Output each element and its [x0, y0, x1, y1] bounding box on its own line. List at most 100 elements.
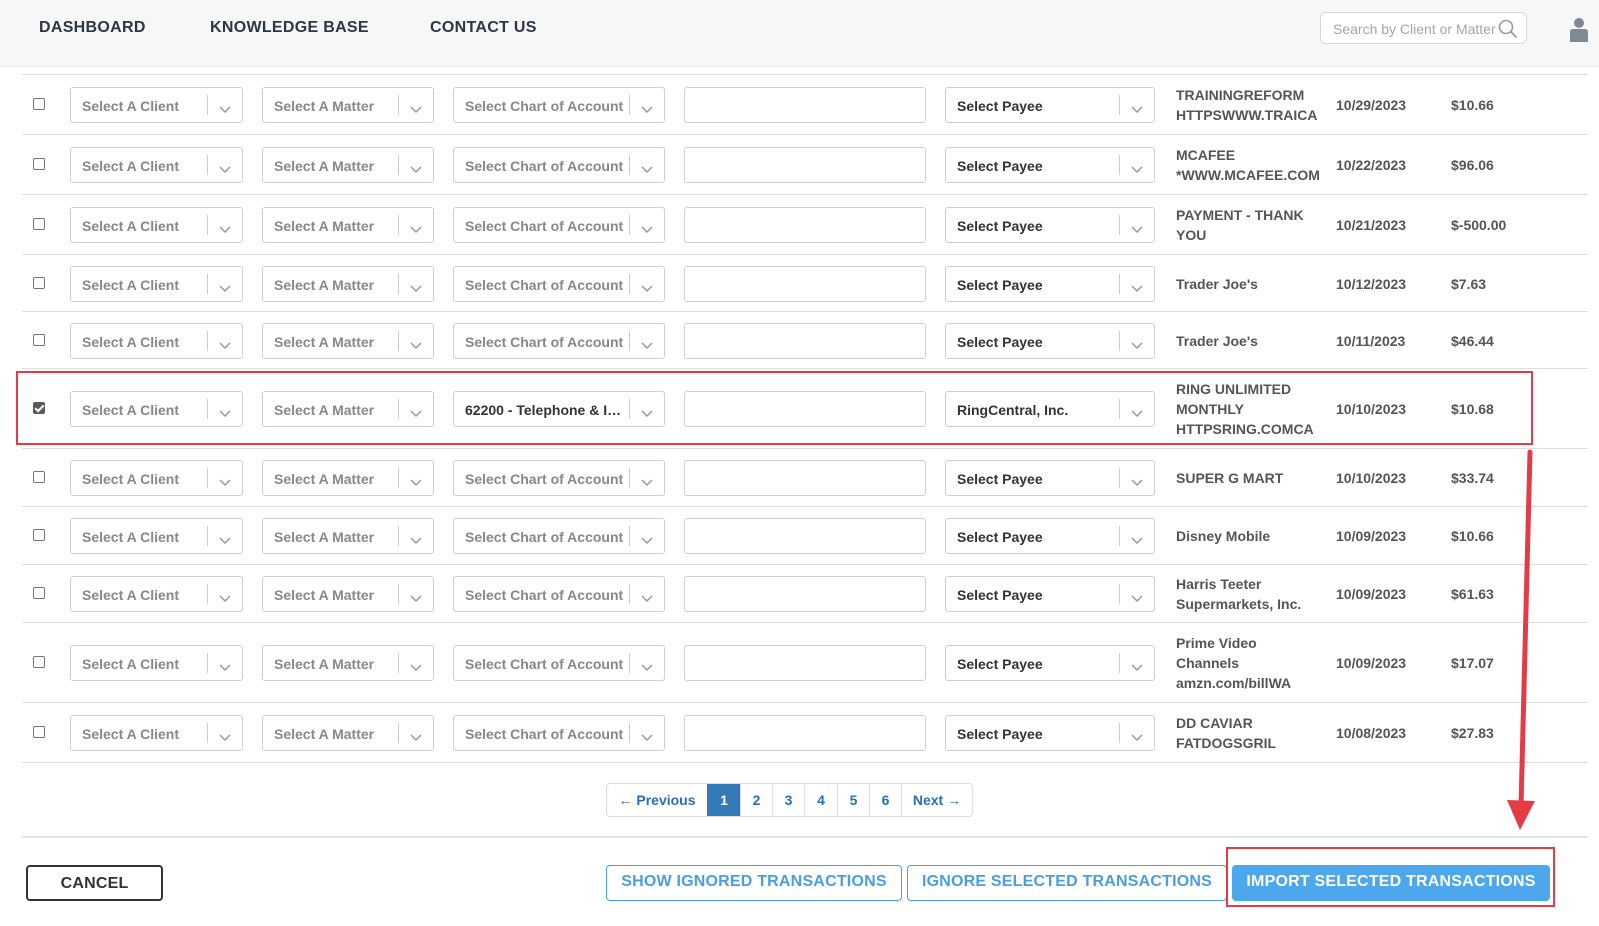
search-icon[interactable] [1498, 19, 1518, 44]
memo-input[interactable] [684, 518, 926, 554]
ignore-selected-transactions-button[interactable]: IGNORE SELECTED TRANSACTIONS [907, 865, 1227, 901]
chart-of-account-select[interactable]: Select Chart of Account [453, 87, 665, 123]
memo-input[interactable] [684, 576, 926, 612]
client-select[interactable]: Select A Client [70, 391, 243, 427]
memo-input[interactable] [684, 715, 926, 751]
row-checkbox[interactable] [33, 529, 45, 541]
memo-input[interactable] [684, 460, 926, 496]
client-select[interactable]: Select A Client [70, 207, 243, 243]
user-icon[interactable] [1569, 17, 1589, 48]
chevron-down-icon [641, 337, 653, 355]
select-separator [398, 330, 399, 351]
matter-select[interactable]: Select A Matter [262, 147, 434, 183]
row-checkbox[interactable] [33, 334, 45, 346]
transaction-description: SUPER G MART [1176, 468, 1326, 488]
client-select[interactable]: Select A Client [70, 715, 243, 751]
nav-contact-us[interactable]: CONTACT US [430, 19, 537, 37]
client-select[interactable]: Select A Client [70, 87, 243, 123]
payee-select[interactable]: Select Payee [945, 576, 1155, 612]
matter-select[interactable]: Select A Matter [262, 518, 434, 554]
pagination-page-5[interactable]: 5 [837, 784, 869, 816]
search-input[interactable] [1331, 19, 1500, 39]
memo-input[interactable] [684, 645, 926, 681]
table-row: Select A Client Select A Matter Select Cha… [22, 254, 1588, 312]
footer-divider [22, 836, 1588, 838]
chart-of-account-select[interactable]: Select Chart of Account [453, 460, 665, 496]
payee-select[interactable]: Select Payee [945, 322, 1155, 359]
payee-select[interactable]: Select Payee [945, 87, 1155, 123]
pagination-page-4[interactable]: 4 [804, 784, 837, 816]
transaction-amount: $33.74 [1451, 470, 1494, 486]
chart-of-account-select[interactable]: Select Chart of Account [453, 207, 665, 243]
payee-select[interactable]: Select Payee [945, 147, 1155, 183]
matter-select[interactable]: Select A Matter [262, 265, 434, 302]
select-separator [398, 95, 399, 115]
payee-select[interactable]: Select Payee [945, 207, 1155, 243]
client-select[interactable]: Select A Client [70, 576, 243, 612]
payee-select[interactable]: Select Payee [945, 460, 1155, 496]
chart-of-account-select[interactable]: Select Chart of Account [453, 265, 665, 302]
memo-input[interactable] [684, 265, 926, 302]
pagination-page-2[interactable]: 2 [740, 784, 772, 816]
row-checkbox[interactable] [33, 587, 45, 599]
pagination-page-3[interactable]: 3 [772, 784, 804, 816]
row-checkbox[interactable] [33, 402, 45, 414]
transaction-amount: $27.83 [1451, 725, 1494, 741]
memo-input[interactable] [684, 322, 926, 359]
chart-of-account-select[interactable]: Select Chart of Account [453, 518, 665, 554]
select-separator [207, 723, 208, 743]
client-select[interactable]: Select A Client [70, 322, 243, 359]
matter-select[interactable]: Select A Matter [262, 391, 434, 427]
chart-of-account-select[interactable]: 62200 - Telephone & In... [453, 391, 665, 427]
memo-input[interactable] [684, 147, 926, 183]
row-checkbox[interactable] [33, 158, 45, 170]
top-navbar: DASHBOARD KNOWLEDGE BASE CONTACT US [0, 0, 1599, 67]
row-checkbox[interactable] [33, 218, 45, 230]
matter-select[interactable]: Select A Matter [262, 576, 434, 612]
matter-select[interactable]: Select A Matter [262, 715, 434, 751]
row-checkbox[interactable] [33, 98, 45, 110]
row-checkbox[interactable] [33, 656, 45, 668]
client-select[interactable]: Select A Client [70, 460, 243, 496]
table-row: Select A Client Select A Matter Select Cha… [22, 506, 1588, 565]
matter-select[interactable]: Select A Matter [262, 322, 434, 359]
show-ignored-transactions-button[interactable]: SHOW IGNORED TRANSACTIONS [606, 865, 902, 901]
payee-select[interactable]: Select Payee [945, 715, 1155, 751]
payee-select[interactable]: Select Payee [945, 265, 1155, 302]
client-select[interactable]: Select A Client [70, 147, 243, 183]
matter-select[interactable]: Select A Matter [262, 645, 434, 681]
description-line: Supermarkets, Inc. [1176, 596, 1302, 612]
chart-of-account-select[interactable]: Select Chart of Account [453, 576, 665, 612]
chart-of-account-select[interactable]: Select Chart of Account [453, 322, 665, 359]
memo-input[interactable] [684, 87, 926, 123]
payee-select[interactable]: RingCentral, Inc. [945, 391, 1155, 427]
client-select[interactable]: Select A Client [70, 265, 243, 302]
matter-select[interactable]: Select A Matter [262, 460, 434, 496]
row-checkbox[interactable] [33, 726, 45, 738]
nav-knowledge-base[interactable]: KNOWLEDGE BASE [210, 19, 369, 37]
row-checkbox[interactable] [33, 277, 45, 289]
pagination-previous[interactable]: ← Previous [607, 784, 707, 816]
client-select[interactable]: Select A Client [70, 518, 243, 554]
pagination-page-1[interactable]: 1 [707, 784, 740, 816]
payee-select[interactable]: Select Payee [945, 645, 1155, 681]
select-separator [207, 526, 208, 546]
pagination-page-6[interactable]: 6 [869, 784, 901, 816]
payee-select-value: Select Payee [957, 587, 1043, 603]
client-select[interactable]: Select A Client [70, 645, 243, 681]
chart-of-account-select[interactable]: Select Chart of Account [453, 147, 665, 183]
payee-select[interactable]: Select Payee [945, 518, 1155, 554]
nav-dashboard[interactable]: DASHBOARD [39, 19, 146, 37]
chart-of-account-select[interactable]: Select Chart of Account [453, 715, 665, 751]
row-checkbox[interactable] [33, 471, 45, 483]
payee-select-value: Select Payee [957, 529, 1043, 545]
matter-select[interactable]: Select A Matter [262, 207, 434, 243]
pagination-next[interactable]: Next → [901, 784, 972, 816]
memo-input[interactable] [684, 391, 926, 427]
cancel-button[interactable]: CANCEL [26, 865, 163, 901]
select-separator [629, 723, 630, 743]
matter-select[interactable]: Select A Matter [262, 87, 434, 123]
chart-of-account-select[interactable]: Select Chart of Account [453, 645, 665, 681]
memo-input[interactable] [684, 207, 926, 243]
import-selected-transactions-button[interactable]: IMPORT SELECTED TRANSACTIONS [1232, 865, 1550, 901]
